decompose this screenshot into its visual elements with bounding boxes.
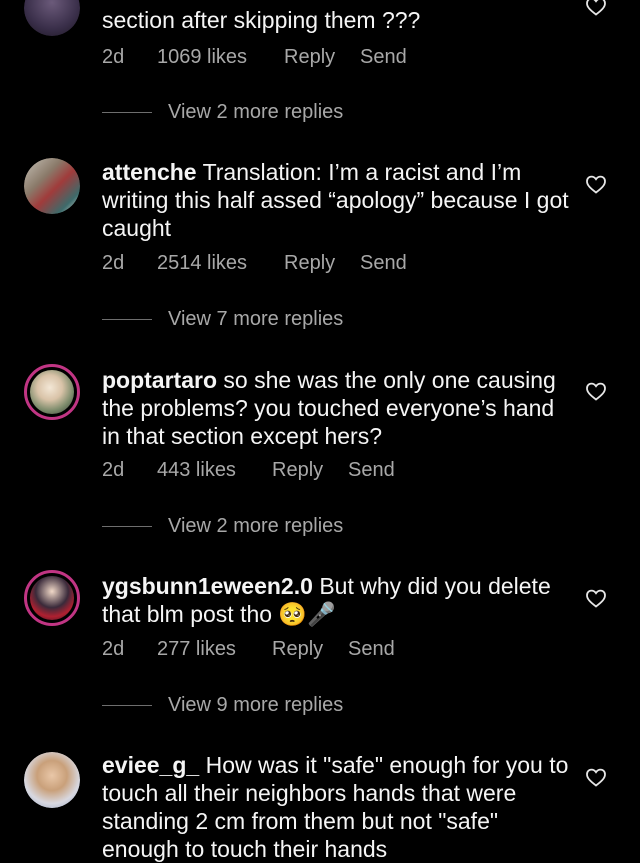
reply-button[interactable]: Reply xyxy=(284,250,335,276)
comment-username[interactable]: eviee_g_ xyxy=(102,752,199,778)
send-button[interactable]: Send xyxy=(348,636,395,662)
comment-likes[interactable]: 1069 likes xyxy=(157,44,247,70)
comment-likes[interactable]: 2514 likes xyxy=(157,250,247,276)
comment-time: 2d xyxy=(102,638,125,660)
reply-button[interactable]: Reply xyxy=(272,636,323,662)
comment-text: eviee_g_ How was it "safe" enough for yo… xyxy=(102,751,570,863)
divider-line xyxy=(102,319,152,320)
divider-line xyxy=(102,526,152,527)
view-more-replies-label[interactable]: View 2 more replies xyxy=(168,99,343,125)
avatar[interactable] xyxy=(24,752,80,808)
view-more-replies-label[interactable]: View 7 more replies xyxy=(168,306,343,332)
comment-text: attenche Translation: I’m a racist and I… xyxy=(102,158,570,242)
comment-text: ygsbunn1eween2.0 But why did you delete … xyxy=(102,572,570,628)
send-button[interactable]: Send xyxy=(360,250,407,276)
heart-icon[interactable] xyxy=(584,586,608,610)
comment-time: 2d xyxy=(102,46,125,68)
avatar[interactable] xyxy=(24,158,80,214)
comment-time: 2d xyxy=(102,459,125,481)
comment-text: poptartaro so she was the only one causi… xyxy=(102,366,570,450)
reply-button[interactable]: Reply xyxy=(272,457,323,483)
comment-likes[interactable]: 443 likes xyxy=(157,457,236,483)
avatar[interactable] xyxy=(24,570,80,626)
heart-icon[interactable] xyxy=(584,0,608,18)
comment-text: section after skipping them ??? xyxy=(102,6,570,34)
divider-line xyxy=(102,112,152,113)
heart-icon[interactable] xyxy=(584,765,608,789)
view-more-replies-label[interactable]: View 9 more replies xyxy=(168,692,343,718)
divider-line xyxy=(102,705,152,706)
reply-button[interactable]: Reply xyxy=(284,44,335,70)
comment-username[interactable]: ygsbunn1eween2.0 xyxy=(102,573,313,599)
comment-username[interactable]: attenche xyxy=(102,159,197,185)
comment-body: section after skipping them ??? xyxy=(102,7,421,33)
comment-time: 2d xyxy=(102,252,125,274)
comment-username[interactable]: poptartaro xyxy=(102,367,217,393)
view-more-replies-label[interactable]: View 2 more replies xyxy=(168,513,343,539)
send-button[interactable]: Send xyxy=(348,457,395,483)
avatar[interactable] xyxy=(24,364,80,420)
send-button[interactable]: Send xyxy=(360,44,407,70)
heart-icon[interactable] xyxy=(584,379,608,403)
avatar[interactable] xyxy=(24,0,80,36)
heart-icon[interactable] xyxy=(584,172,608,196)
comment-likes[interactable]: 277 likes xyxy=(157,636,236,662)
